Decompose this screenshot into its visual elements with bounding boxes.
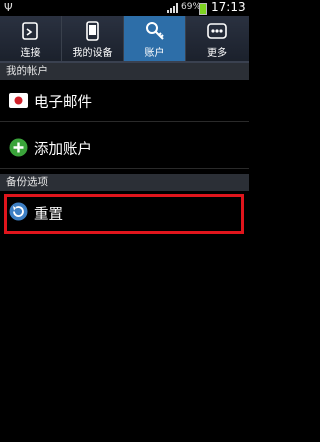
- section-header-backup: 备份选项: [0, 174, 249, 191]
- tab-connections[interactable]: 连接: [0, 16, 62, 61]
- section-header-my-accounts: 我的帐户: [0, 63, 249, 80]
- email-icon: [9, 93, 28, 108]
- tab-label: 连接: [20, 48, 41, 59]
- tab-accounts[interactable]: 账户: [124, 16, 186, 61]
- usb-icon: Ψ: [4, 1, 13, 14]
- more-icon: [207, 23, 227, 39]
- tab-label: 我的设备: [72, 48, 113, 59]
- battery-percent: 69%: [181, 2, 202, 12]
- battery-icon: [199, 3, 207, 15]
- connections-icon: [21, 22, 38, 40]
- tab-label: 更多: [207, 48, 227, 59]
- settings-tabs: 连接 我的设备 账户 更多: [0, 16, 249, 63]
- list-item-add-account[interactable]: 添加账户: [0, 127, 249, 169]
- device-icon: [85, 21, 99, 41]
- clock: 17:13: [211, 0, 246, 14]
- tab-label: 账户: [144, 48, 165, 59]
- status-bar: Ψ 69% 17:13: [0, 0, 249, 16]
- add-account-label: 添加账户: [34, 142, 92, 158]
- add-icon: [9, 138, 28, 157]
- tab-my-device[interactable]: 我的设备: [62, 16, 124, 61]
- email-label: 电子邮件: [34, 95, 92, 111]
- signal-icon: [167, 3, 178, 13]
- tab-more[interactable]: 更多: [186, 16, 248, 61]
- list-item-email[interactable]: 电子邮件: [0, 80, 249, 122]
- key-icon: [145, 22, 164, 40]
- highlight-frame: [4, 194, 244, 234]
